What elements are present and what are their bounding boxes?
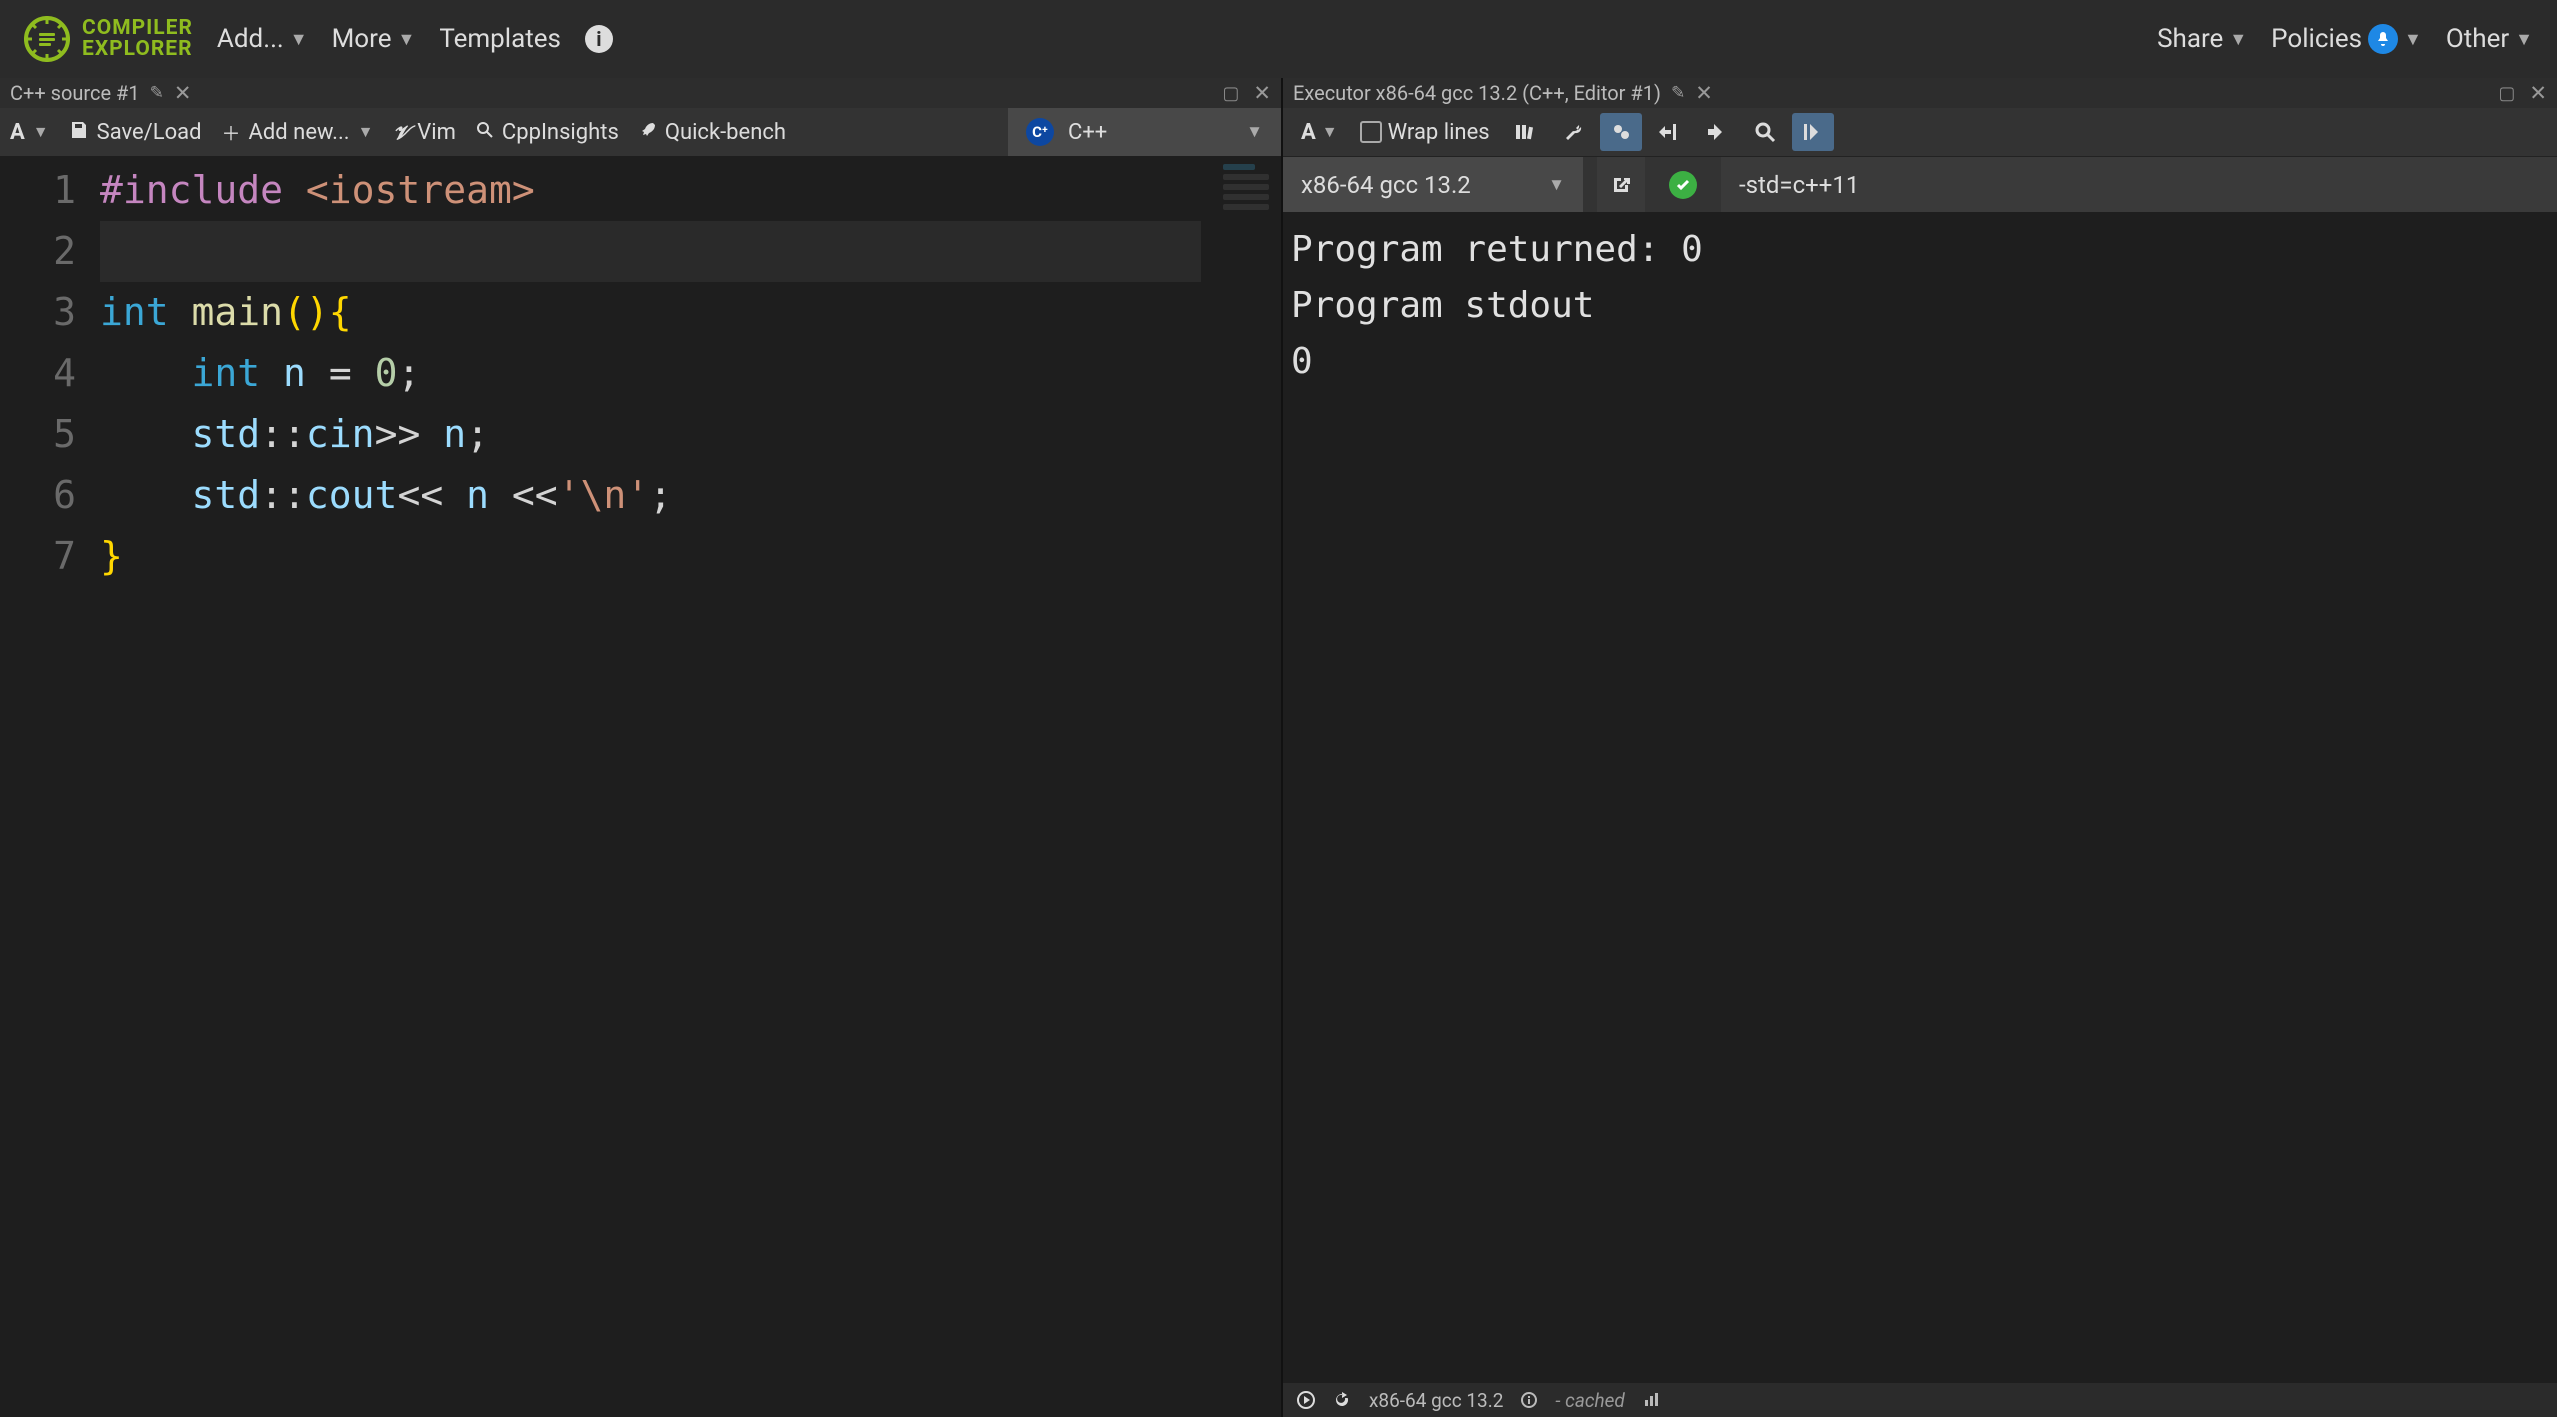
caret-icon: ▼ (1246, 122, 1263, 142)
pencil-icon[interactable]: ✎ (1671, 83, 1685, 103)
top-nav: COMPILER EXPLORER Add...▼ More▼ Template… (0, 0, 2557, 78)
vim-icon: 𝓥 (393, 121, 409, 144)
output-stdout-header: Program stdout (1291, 278, 2549, 334)
close-panel-icon[interactable]: ✕ (1253, 81, 1271, 106)
status-ok (1659, 171, 1707, 199)
executor-tab-bar: Executor x86-64 gcc 13.2 (C++, Editor #1… (1283, 78, 2557, 108)
addnew-btn[interactable]: ＋ Add new... ▼ (222, 119, 374, 146)
wrench-btn[interactable] (1552, 113, 1594, 151)
compiler-row: x86-64 gcc 13.2 ▼ -std=c++11 (1283, 156, 2557, 212)
external-link-btn[interactable] (1597, 157, 1645, 212)
refresh-icon[interactable] (1333, 1391, 1351, 1409)
caret-icon: ▼ (398, 29, 416, 50)
editor-tab-bar: C++ source #1 ✎ ✕ ▢ ✕ (0, 78, 1281, 108)
compiler-select[interactable]: x86-64 gcc 13.2 ▼ (1283, 157, 1583, 212)
close-icon[interactable]: ✕ (174, 81, 192, 106)
pencil-icon[interactable]: ✎ (150, 83, 164, 103)
font-btn[interactable]: A▼ (10, 120, 49, 145)
compilation-btn[interactable] (1744, 113, 1786, 151)
nav-add[interactable]: Add...▼ (217, 24, 308, 54)
maximize-icon[interactable]: ▢ (1222, 83, 1239, 104)
maximize-icon[interactable]: ▢ (2498, 83, 2515, 104)
saveload-btn[interactable]: Save/Load (69, 120, 202, 145)
editor-panel: C++ source #1 ✎ ✕ ▢ ✕ A▼ Save/Load ＋ Add (0, 78, 1283, 1417)
cppinsights-btn[interactable]: CppInsights (476, 120, 619, 145)
cpp-icon: C⁺ (1026, 118, 1054, 146)
libraries-btn[interactable] (1504, 113, 1546, 151)
caret-icon: ▼ (2404, 29, 2422, 50)
minimap[interactable] (1221, 160, 1275, 230)
quickbench-btn[interactable]: Quick-bench (639, 120, 786, 145)
nav-more[interactable]: More▼ (332, 24, 416, 54)
info-small-icon[interactable] (1521, 1392, 1537, 1408)
nav-policies[interactable]: Policies ▼ (2271, 24, 2422, 54)
plus-icon: ＋ (222, 119, 241, 146)
workspace: C++ source #1 ✎ ✕ ▢ ✕ A▼ Save/Load ＋ Add (0, 78, 2557, 1417)
executor-toolbar: A▼ Wrap lines (1283, 108, 2557, 156)
caret-icon: ▼ (1548, 175, 1565, 195)
font-btn[interactable]: A▼ (1293, 116, 1346, 149)
language-selector[interactable]: C⁺ C++ ▼ (1008, 108, 1281, 156)
wraplines-toggle[interactable]: Wrap lines (1352, 116, 1498, 149)
caret-icon: ▼ (1322, 122, 1338, 142)
caret-icon: ▼ (33, 122, 49, 142)
vim-btn[interactable]: 𝓥 Vim (393, 120, 455, 145)
nav-other[interactable]: Other▼ (2446, 24, 2533, 54)
caret-icon: ▼ (2515, 29, 2533, 50)
code-content[interactable]: #include <iostream> int main(){ int n = … (100, 160, 1281, 1417)
check-icon (1669, 171, 1697, 199)
logo[interactable]: COMPILER EXPLORER (24, 16, 193, 62)
status-cached: - cached (1555, 1389, 1624, 1412)
nav-share[interactable]: Share▼ (2157, 24, 2247, 54)
executor-tab[interactable]: Executor x86-64 gcc 13.2 (C++, Editor #1… (1293, 81, 1713, 106)
output-line: 0 (1291, 334, 2549, 390)
caret-icon: ▼ (290, 29, 308, 50)
executor-status-bar: x86-64 gcc 13.2 - cached (1283, 1383, 2557, 1417)
info-icon[interactable]: i (585, 25, 613, 53)
editor-tab[interactable]: C++ source #1 ✎ ✕ (10, 81, 191, 106)
play-icon[interactable] (1297, 1391, 1315, 1409)
compiler-options-btn[interactable] (1600, 113, 1642, 151)
chart-icon[interactable] (1643, 1392, 1661, 1408)
executor-output[interactable]: Program returned: 0 Program stdout 0 (1283, 212, 2557, 1383)
logo-text: COMPILER EXPLORER (82, 18, 193, 60)
bell-icon (2368, 24, 2398, 54)
line-gutter: 1 2 3 4 5 6 7 (0, 160, 100, 1417)
caret-icon: ▼ (358, 122, 374, 142)
close-icon[interactable]: ✕ (1695, 81, 1713, 106)
magnify-icon (476, 121, 494, 144)
arguments-btn[interactable] (1648, 113, 1690, 151)
caret-icon: ▼ (2229, 29, 2247, 50)
checkbox-icon (1360, 121, 1382, 143)
code-editor[interactable]: 1 2 3 4 5 6 7 #include <iostream> int ma… (0, 156, 1281, 1417)
output-returned: Program returned: 0 (1291, 222, 2549, 278)
execution-btn[interactable] (1792, 113, 1834, 151)
compiler-flags-input[interactable]: -std=c++11 (1721, 157, 2557, 212)
status-compiler: x86-64 gcc 13.2 (1369, 1389, 1503, 1412)
executor-panel: Executor x86-64 gcc 13.2 (C++, Editor #1… (1283, 78, 2557, 1417)
editor-toolbar: A▼ Save/Load ＋ Add new... ▼ 𝓥 Vim (0, 108, 1281, 156)
stdin-btn[interactable] (1696, 113, 1738, 151)
floppy-icon (69, 120, 89, 145)
nav-templates[interactable]: Templates (439, 24, 561, 54)
gear-logo-icon (24, 16, 70, 62)
rocket-icon (639, 121, 657, 144)
close-panel-icon[interactable]: ✕ (2529, 81, 2547, 106)
